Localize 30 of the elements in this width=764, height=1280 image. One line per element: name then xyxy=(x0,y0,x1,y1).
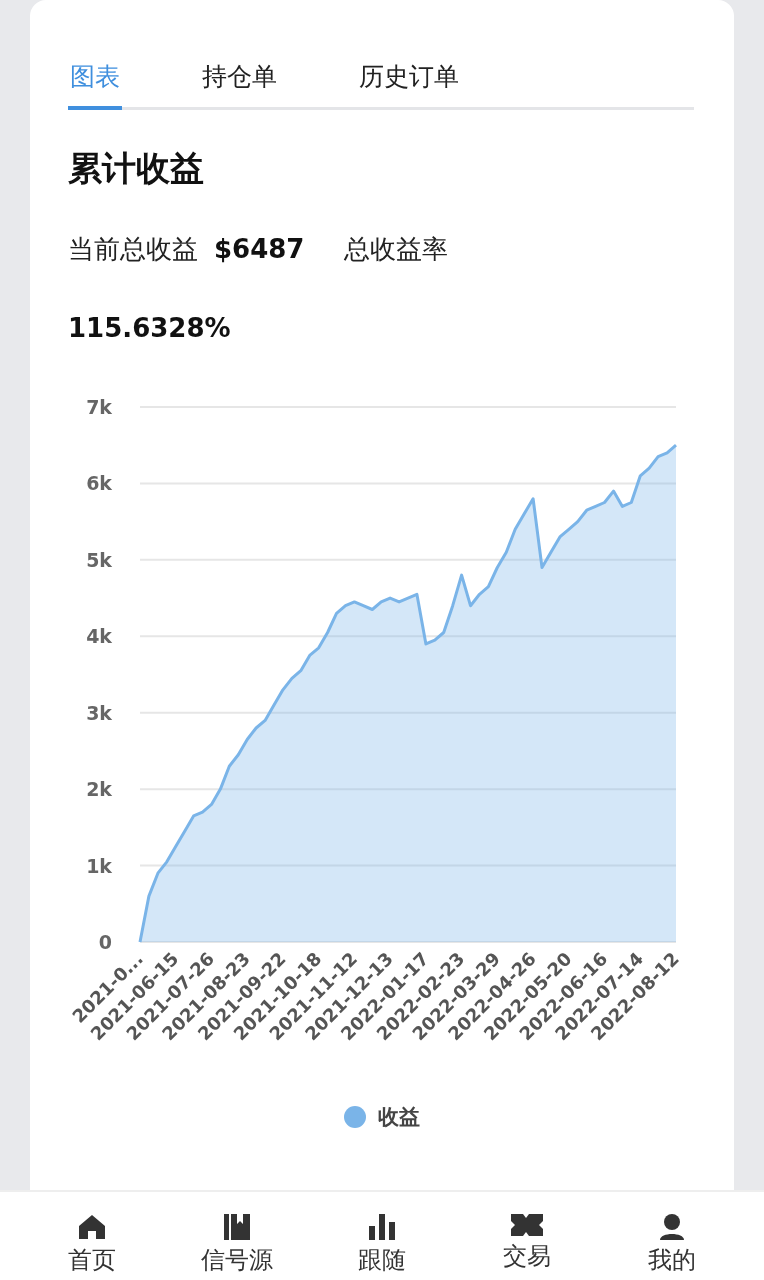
nav-item[interactable]: 信号源 xyxy=(182,1192,293,1280)
y-axis-label: 6k xyxy=(86,472,112,495)
home-icon xyxy=(78,1214,107,1240)
total-value: $6487 xyxy=(214,234,305,264)
book-icon xyxy=(224,1214,251,1240)
y-axis-label: 1k xyxy=(86,854,112,877)
nav-label: 交易 xyxy=(502,1241,551,1272)
y-axis-label: 5k xyxy=(86,548,112,571)
y-axis-label: 2k xyxy=(86,778,112,801)
nav-label: 信号源 xyxy=(201,1245,274,1276)
nav-item[interactable]: 我的 xyxy=(616,1192,727,1280)
total-label: 当前总收益 xyxy=(68,233,198,266)
nav-item[interactable]: 交易 xyxy=(471,1192,582,1280)
rate-value: 115.6328% xyxy=(68,313,231,343)
nav-label: 跟随 xyxy=(358,1245,406,1276)
nav-item[interactable]: 首页 xyxy=(37,1192,148,1280)
section-title: 累计收益 xyxy=(68,147,205,190)
tab[interactable]: 持仓单 xyxy=(200,52,279,110)
tab[interactable]: 历史订单 xyxy=(357,52,461,110)
nav-item[interactable]: 跟随 xyxy=(327,1192,437,1280)
bar-chart-icon xyxy=(369,1214,395,1240)
y-axis-label: 3k xyxy=(86,701,112,724)
y-axis-label: 7k xyxy=(86,396,112,418)
nav-label: 首页 xyxy=(68,1245,117,1276)
rate-label: 总收益率 xyxy=(344,233,449,266)
nav-label: 我的 xyxy=(647,1245,696,1276)
y-axis-label: 4k xyxy=(86,625,112,648)
user-icon xyxy=(658,1214,685,1240)
legend-label: 收益 xyxy=(378,1104,420,1131)
y-axis-label: 0 xyxy=(98,931,112,953)
